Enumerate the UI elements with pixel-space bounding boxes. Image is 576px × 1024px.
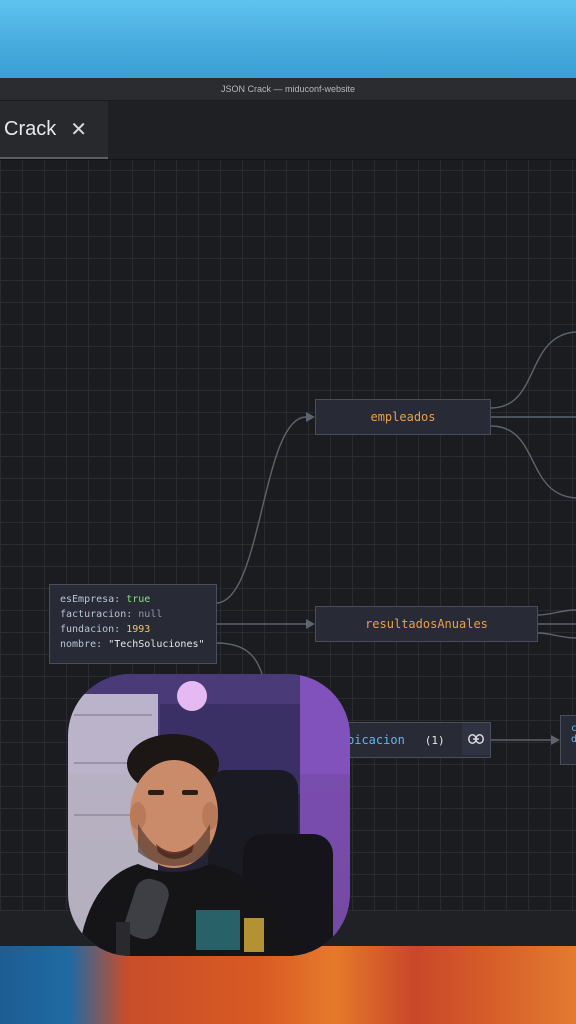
prop-value: true <box>126 594 151 605</box>
window-titlebar[interactable]: JSON Crack — miduconf-website <box>0 78 576 101</box>
node-ubicacion-label-wrap: bicacion (1) <box>347 733 445 747</box>
close-icon[interactable]: ✕ <box>70 119 87 139</box>
edge-empleados-3 <box>490 425 576 499</box>
prop-value: "TechSoluciones" <box>108 639 205 650</box>
prop-value: null <box>138 609 163 620</box>
tab-label: Crack <box>4 117 57 140</box>
desktop-wallpaper-top <box>0 0 576 78</box>
window-title: JSON Crack — miduconf-website <box>220 84 356 94</box>
arrow-ubicacion-child <box>551 735 560 745</box>
prop-row-esEmpresa: esEmpresa: true <box>60 592 206 607</box>
prop-row-nombre: nombre: "TechSoluciones" <box>60 637 206 652</box>
node-empleados[interactable]: empleados <box>315 399 491 435</box>
arrow-empleados <box>306 412 315 422</box>
node-root-object[interactable]: esEmpresa: true facturacion: null fundac… <box>49 584 217 664</box>
prop-key: facturacion: <box>60 609 133 620</box>
tab-strip: Crack ✕ <box>0 101 576 160</box>
prop-row-fundacion: fundacion: 1993 <box>60 622 206 637</box>
collapse-link-button[interactable] <box>462 723 490 755</box>
node-label: bicacion <box>347 733 405 747</box>
node-label: empleados <box>370 410 436 424</box>
prop-row-facturacion: facturacion: null <box>60 607 206 622</box>
prop-key: esEmpresa: <box>60 594 121 605</box>
tab-json-crack[interactable]: Crack ✕ <box>0 101 108 159</box>
child-count-badge: (1) <box>424 733 445 747</box>
prop-key: fundacion: <box>60 624 121 635</box>
edge-empleados-1 <box>490 331 576 409</box>
node-ubicacion-child[interactable]: c d <box>560 715 576 765</box>
link-icon <box>468 734 484 744</box>
arrow-resultados <box>306 619 315 629</box>
prop-key: nombre: <box>60 639 103 650</box>
webcam-overlay <box>68 674 350 956</box>
prop-value: 1993 <box>126 624 151 635</box>
desktop-wallpaper-bottom <box>0 946 576 1024</box>
edge-resultados-3 <box>537 632 576 639</box>
edge-root-empleados <box>215 416 307 604</box>
node-partial-line-1: c <box>571 723 576 734</box>
webcam-scene <box>68 674 350 956</box>
node-label: resultadosAnuales <box>365 617 488 631</box>
edge-resultados-1 <box>537 609 576 616</box>
node-partial-line-2: d <box>571 734 576 745</box>
node-resultados-anuales[interactable]: resultadosAnuales <box>315 606 538 642</box>
